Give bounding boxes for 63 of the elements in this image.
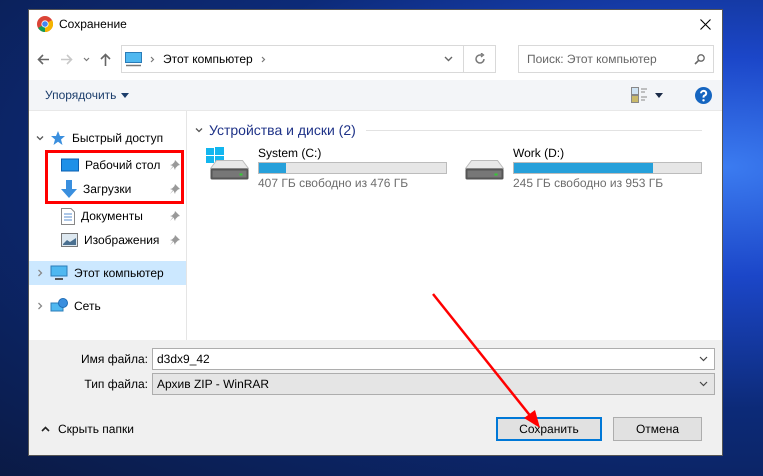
sidebar-item[interactable]: Документы: [29, 204, 186, 228]
monitor-icon: [50, 265, 68, 281]
filetype-dropdown[interactable]: Архив ZIP - WinRAR: [152, 373, 715, 395]
breadcrumb-item[interactable]: Этот компьютер: [163, 52, 253, 66]
search-field[interactable]: Поиск: Этот компьютер: [518, 45, 714, 73]
dropdown-triangle-icon: [121, 92, 130, 98]
desktop-icon: [61, 158, 79, 172]
sidebar-item[interactable]: Этот компьютер: [29, 261, 186, 285]
drive-name: Work (D:): [513, 146, 566, 160]
dropdown-chevron-icon[interactable]: [444, 56, 453, 62]
close-icon[interactable]: [700, 18, 711, 30]
filename-input[interactable]: d3dx9_42: [157, 352, 699, 366]
expand-chevron-icon[interactable]: [195, 126, 203, 134]
address-bar[interactable]: Этот компьютер: [121, 45, 464, 73]
view-options-icon[interactable]: [631, 87, 647, 103]
drive-item[interactable]: System (C:) 407 ГБ свободно из 476 ГБ: [206, 146, 447, 190]
browser-logo-icon: [37, 16, 53, 32]
help-icon[interactable]: [695, 86, 712, 104]
pin-icon[interactable]: [170, 184, 180, 194]
cancel-button[interactable]: Отмена: [613, 417, 702, 441]
monitor-icon: [125, 52, 142, 66]
picture-icon: [61, 233, 78, 247]
refresh-button[interactable]: [464, 45, 496, 73]
drive-icon: [210, 160, 248, 180]
sidebar-item[interactable]: Сеть: [29, 294, 186, 318]
sidebar-item[interactable]: Изображения: [29, 228, 186, 252]
drive-name: System (C:): [258, 146, 322, 160]
pin-icon[interactable]: [170, 211, 180, 221]
collapse-chevron-icon[interactable]: [36, 302, 44, 310]
collapse-chevron-icon[interactable]: [36, 269, 44, 277]
sidebar-item[interactable]: Рабочий стол: [48, 153, 181, 177]
pin-icon[interactable]: [170, 160, 180, 170]
dropdown-chevron-icon: [699, 381, 708, 387]
sidebar-item[interactable]: Загрузки: [48, 177, 181, 201]
up-arrow-icon[interactable]: [100, 52, 111, 66]
collapse-chevron-icon: [41, 426, 50, 432]
star-icon: [50, 130, 66, 146]
dropdown-triangle-icon[interactable]: [655, 92, 663, 98]
search-icon: [694, 54, 705, 64]
drive-icon: [464, 160, 504, 180]
network-icon: [50, 298, 68, 314]
down-arrow-icon: [61, 180, 77, 198]
pin-icon[interactable]: [170, 235, 180, 245]
refresh-icon: [474, 53, 486, 65]
hide-folders-toggle[interactable]: Скрыть папки: [41, 422, 134, 436]
filename-label: Имя файла:: [80, 352, 148, 366]
breadcrumb-chevron-icon[interactable]: [150, 56, 155, 62]
filename-field[interactable]: d3dx9_42: [152, 348, 715, 370]
drive-item[interactable]: Work (D:) 245 ГБ свободно из 953 ГБ: [461, 146, 702, 190]
drive-space-text: 245 ГБ свободно из 953 ГБ: [513, 176, 664, 190]
expand-chevron-icon[interactable]: [36, 134, 44, 142]
document-icon: [61, 208, 75, 224]
drive-space-text: 407 ГБ свободно из 476 ГБ: [258, 176, 410, 190]
breadcrumb-chevron-icon[interactable]: [260, 56, 266, 62]
sidebar-item[interactable]: Быстрый доступ: [29, 126, 186, 150]
filetype-label: Тип файла:: [83, 377, 148, 391]
back-arrow-icon[interactable]: [37, 54, 50, 64]
organize-menu[interactable]: Упорядочить: [45, 88, 130, 102]
recent-chevron-icon[interactable]: [83, 56, 90, 62]
window-title: Сохранение: [59, 17, 128, 31]
dropdown-chevron-icon[interactable]: [699, 356, 708, 362]
section-heading: Устройства и диски (2): [209, 122, 356, 138]
save-button[interactable]: Сохранить: [496, 417, 602, 441]
